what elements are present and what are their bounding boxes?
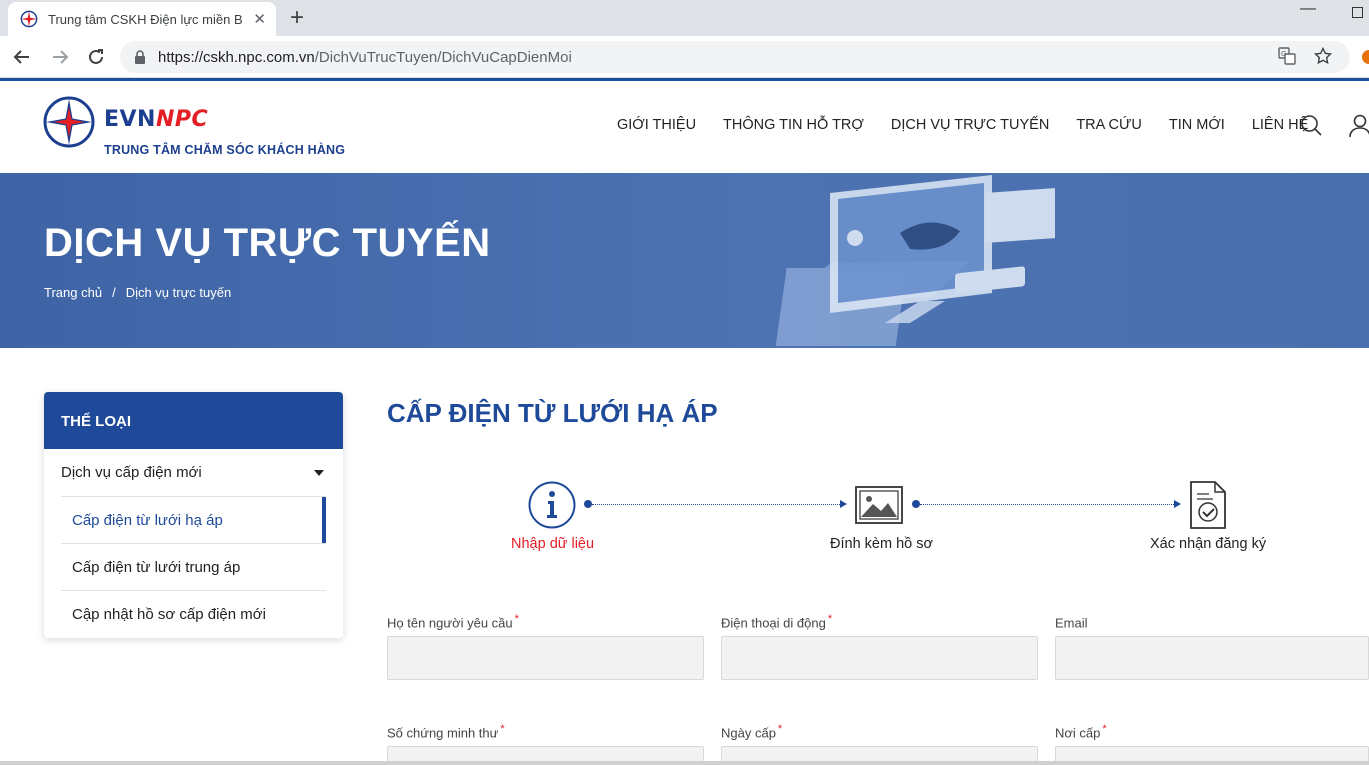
hero-title: DỊCH VỤ TRỰC TUYẾN (44, 221, 491, 265)
mobile-phone-input[interactable] (721, 636, 1038, 680)
step-connector-dot (912, 500, 920, 508)
sidebar-heading: THỂ LOẠI (44, 392, 343, 449)
url-host: https://cskh.npc.com.vn (158, 48, 315, 66)
reload-icon[interactable] (84, 45, 108, 69)
nav-tra-cuu[interactable]: TRA CỨU (1076, 117, 1142, 133)
sidebar-item-cap-nhat-ho-so[interactable]: Cập nhật hồ sơ cấp điện mới (61, 591, 326, 638)
site-header: EVNNPC TRUNG TÂM CHĂM SÓC KHÁCH HÀNG GIỚ… (0, 81, 1369, 173)
evn-favicon-icon (20, 10, 38, 28)
step-connector-arrow (840, 500, 847, 508)
step-connector-line (920, 504, 1174, 505)
sidebar-group-label: Dịch vụ cấp điện mới (61, 464, 202, 481)
tab-close-icon[interactable]: ✕ (253, 10, 266, 28)
caret-down-icon (314, 470, 324, 476)
logo-subtitle: TRUNG TÂM CHĂM SÓC KHÁCH HÀNG (104, 143, 346, 157)
nav-dich-vu-truc-tuyen[interactable]: DỊCH VỤ TRỰC TUYẾN (891, 117, 1049, 133)
url-path: /DichVuTrucTuyen/DichVuCapDienMoi (314, 48, 572, 66)
nav-tin-moi[interactable]: TIN MỚI (1169, 117, 1225, 133)
category-sidebar: THỂ LOẠI Dịch vụ cấp điện mới Cấp điện t… (44, 392, 343, 638)
evn-logo-icon[interactable] (42, 95, 96, 149)
breadcrumb-separator: / (112, 285, 116, 300)
sidebar-group-dich-vu-cap-dien-moi[interactable]: Dịch vụ cấp điện mới (61, 449, 326, 497)
step-connector-arrow (1174, 500, 1181, 508)
document-check-icon (1190, 481, 1226, 529)
sidebar-item-cap-dien-ha-ap[interactable]: Cấp điện từ lưới hạ áp (61, 497, 326, 544)
fullname-input[interactable] (387, 636, 704, 680)
step-connector-line (592, 504, 840, 505)
new-tab-icon[interactable]: + (290, 4, 304, 32)
page-title: CẤP ĐIỆN TỪ LƯỚI HẠ ÁP (387, 398, 718, 428)
step-connector-dot (584, 500, 592, 508)
hero-devices-illustration (775, 175, 1055, 346)
nav-gioi-thieu[interactable]: GIỚI THIỆU (617, 117, 696, 133)
bookmark-star-icon[interactable] (1314, 47, 1332, 65)
search-icon[interactable] (1300, 114, 1322, 136)
window-minimize-icon[interactable]: — (1300, 0, 1316, 18)
window-restore-icon[interactable] (1352, 7, 1363, 18)
taskbar-edge (0, 761, 1369, 765)
step-3-label: Xác nhận đăng ký (1150, 536, 1267, 552)
registration-stepper: Nhập dữ liệu Đính kèm hồ sơ Xác nhận đăn… (387, 478, 1369, 558)
email-input[interactable] (1055, 636, 1369, 680)
required-asterisk: * (827, 613, 833, 625)
forward-arrow-icon[interactable] (48, 45, 72, 69)
tab-title: Trung tâm CSKH Điện lực miền B (48, 11, 243, 27)
fullname-label: Họ tên người yêu cầu * (387, 613, 519, 631)
nav-thong-tin-ho-tro[interactable]: THÔNG TIN HỖ TRỢ (723, 117, 864, 133)
id-number-label: Số chứng minh thư * (387, 723, 505, 741)
required-asterisk: * (1102, 723, 1107, 735)
translate-icon[interactable]: G (1278, 47, 1296, 65)
browser-tabstrip: Trung tâm CSKH Điện lực miền B ✕ + — (0, 0, 1369, 36)
issue-date-label: Ngày cấp * (721, 723, 783, 741)
step-1-label: Nhập dữ liệu (511, 536, 595, 552)
browser-toolbar: https://cskh.npc.com.vn/DichVuTrucTuyen/… (0, 36, 1369, 78)
breadcrumb-current: Dịch vụ trực tuyến (125, 285, 232, 300)
issue-place-label: Nơi cấp * (1055, 723, 1107, 741)
required-asterisk: * (777, 723, 783, 735)
profile-avatar[interactable] (1362, 50, 1369, 64)
email-label: Email (1055, 615, 1088, 631)
breadcrumb: Trang chủ / Dịch vụ trực tuyến (44, 285, 231, 300)
step-2-label: Đính kèm hồ sơ (830, 536, 933, 552)
required-asterisk: * (514, 613, 519, 625)
sidebar-item-cap-dien-trung-ap[interactable]: Cấp điện từ lưới trung áp (61, 544, 326, 591)
logo-wordmark[interactable]: EVNNPC (104, 107, 208, 132)
lock-icon (135, 50, 145, 64)
main-navigation: GIỚI THIỆU THÔNG TIN HỖ TRỢ DỊCH VỤ TRỰC… (617, 117, 1335, 133)
back-arrow-icon[interactable] (10, 45, 34, 69)
info-icon (528, 481, 576, 529)
browser-tab[interactable]: Trung tâm CSKH Điện lực miền B ✕ (8, 2, 276, 36)
breadcrumb-home-link[interactable]: Trang chủ (44, 285, 102, 300)
image-attachment-icon (855, 486, 903, 524)
required-asterisk: * (500, 723, 505, 735)
mobile-phone-label: Điện thoại di động * (721, 613, 833, 631)
user-icon[interactable] (1349, 114, 1369, 138)
hero-banner: DỊCH VỤ TRỰC TUYẾN Trang chủ / Dịch vụ t… (0, 173, 1369, 348)
address-bar[interactable]: https://cskh.npc.com.vn/DichVuTrucTuyen/… (120, 41, 1350, 73)
svg-text:G: G (1281, 50, 1286, 58)
